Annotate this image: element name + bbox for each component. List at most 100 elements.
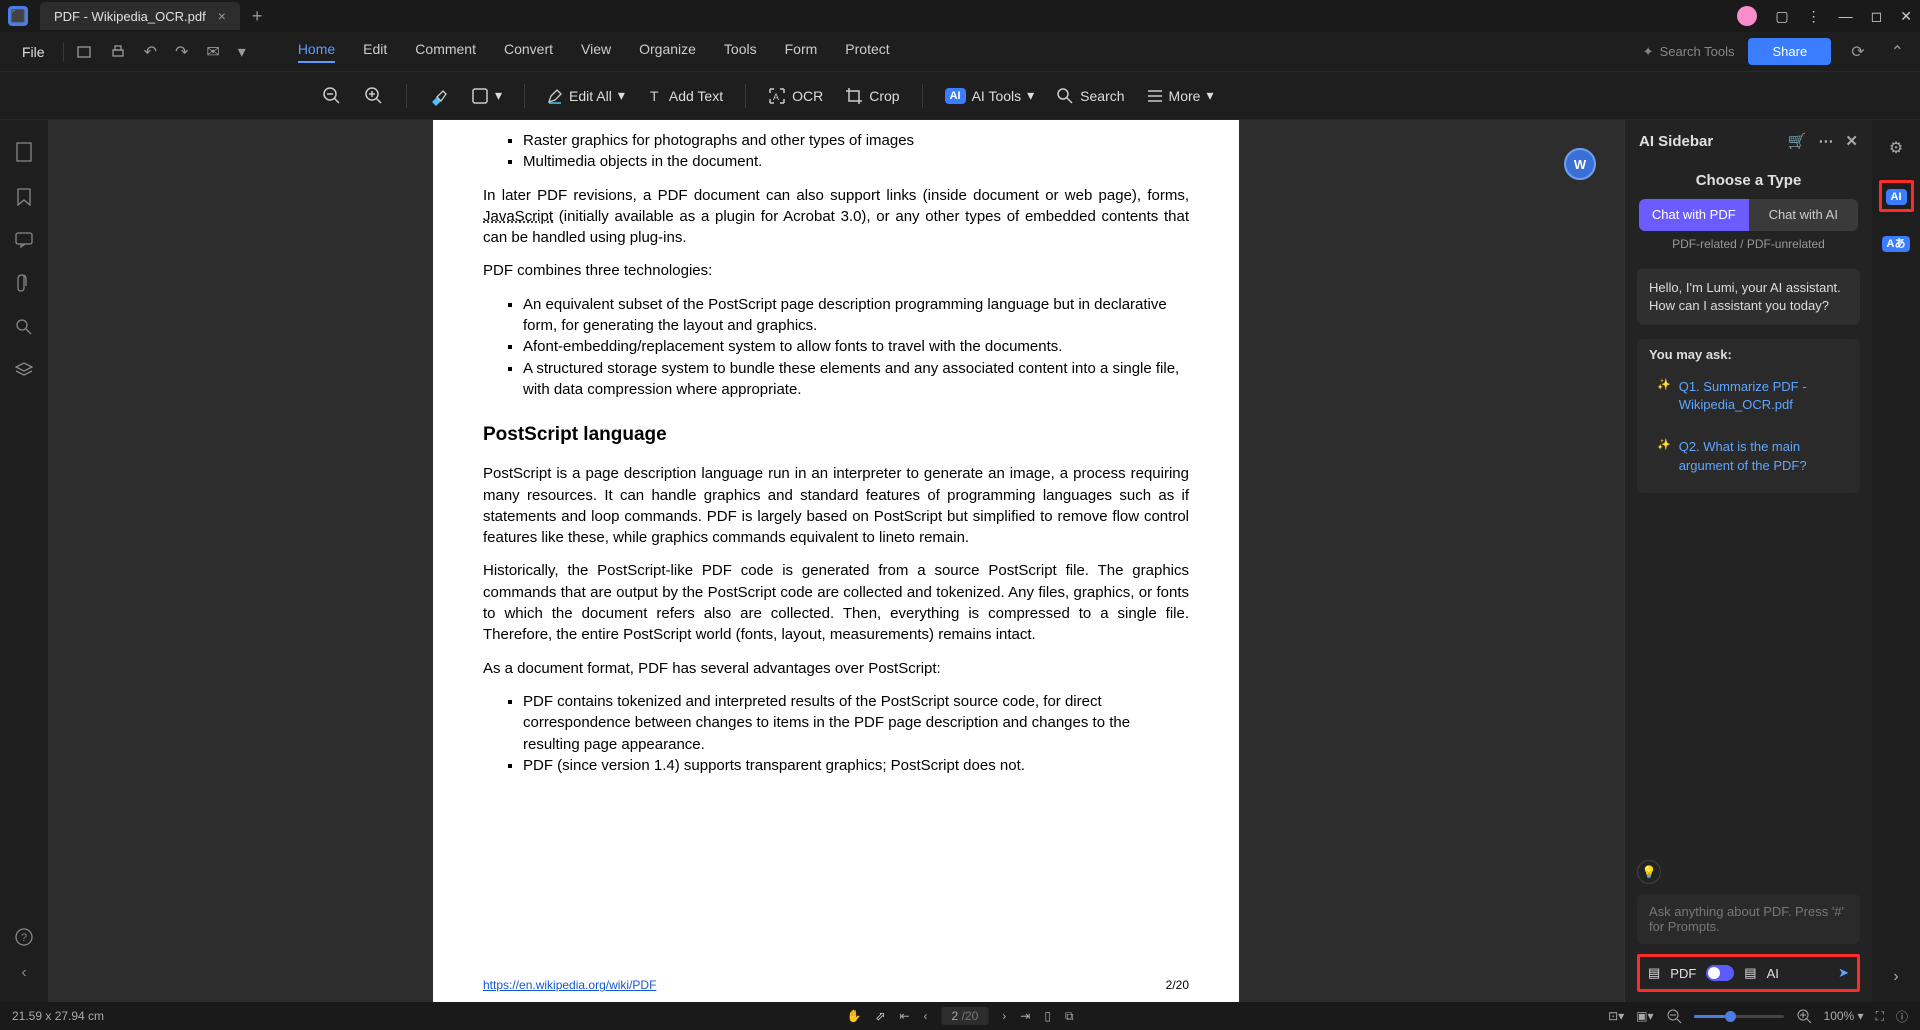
- translate-icon[interactable]: Aあ: [1882, 234, 1911, 252]
- title-bar: ⬛ PDF - Wikipedia_OCR.pdf × + ▢ ⋮ — ◻ ✕: [0, 0, 1920, 32]
- zoom-in-btn[interactable]: [1796, 1008, 1812, 1024]
- tab-tools[interactable]: Tools: [724, 41, 757, 63]
- bullet: A structured storage system to bundle th…: [523, 358, 1189, 401]
- share-button[interactable]: Share: [1748, 38, 1831, 65]
- chat-input[interactable]: Ask anything about PDF. Press '#' for Pr…: [1637, 894, 1860, 944]
- suggestions-header: You may ask:: [1649, 347, 1848, 362]
- tab-title: PDF - Wikipedia_OCR.pdf: [54, 9, 206, 24]
- hint-icon[interactable]: 💡: [1637, 860, 1661, 884]
- tab-edit[interactable]: Edit: [363, 41, 387, 63]
- collapse-icon[interactable]: ⌃: [1885, 38, 1910, 66]
- paragraph: As a document format, PDF has several ad…: [483, 658, 1189, 679]
- shape-dropdown[interactable]: ▾: [471, 87, 502, 105]
- read-mode-icon[interactable]: ▣▾: [1636, 1009, 1653, 1023]
- fit-width-icon[interactable]: ⊡▾: [1608, 1009, 1624, 1023]
- print-icon[interactable]: [104, 40, 132, 64]
- kebab-menu-icon[interactable]: ⋮: [1807, 8, 1821, 25]
- dual-page-icon[interactable]: ⧉: [1065, 1009, 1074, 1024]
- tab-protect[interactable]: Protect: [845, 41, 889, 63]
- hand-tool-icon[interactable]: ✋: [846, 1009, 861, 1023]
- add-text-button[interactable]: T Add Text: [647, 88, 723, 104]
- more-button[interactable]: More ▾: [1147, 87, 1214, 104]
- bullet: An equivalent subset of the PostScript p…: [523, 294, 1189, 337]
- select-tool-icon[interactable]: ⬀: [875, 1009, 885, 1023]
- close-window-icon[interactable]: ✕: [1900, 8, 1912, 25]
- more-icon[interactable]: ⋯: [1818, 132, 1833, 150]
- prev-page-icon[interactable]: ‹: [924, 1009, 928, 1023]
- search-button[interactable]: Search: [1056, 87, 1124, 105]
- zoom-slider[interactable]: [1694, 1015, 1784, 1018]
- wand-icon: ✦: [1643, 44, 1654, 60]
- dropdown-icon[interactable]: ▾: [232, 38, 252, 66]
- messages-icon[interactable]: ▢: [1775, 8, 1788, 25]
- sparkle-icon: ✨: [1657, 378, 1671, 414]
- word-badge[interactable]: W: [1564, 148, 1596, 180]
- page-indicator: 2/20: [1166, 977, 1189, 994]
- chat-with-pdf-option[interactable]: Chat with PDF: [1639, 199, 1749, 231]
- open-icon[interactable]: [70, 40, 98, 64]
- mail-icon[interactable]: ✉: [200, 38, 225, 66]
- file-menu[interactable]: File: [10, 40, 57, 64]
- cart-icon[interactable]: 🛒: [1788, 132, 1807, 150]
- bullet: Afont-embedding/replacement system to al…: [523, 336, 1189, 357]
- close-sidebar-icon[interactable]: ✕: [1845, 132, 1858, 150]
- undo-icon[interactable]: ↶: [138, 38, 163, 66]
- new-tab-button[interactable]: +: [252, 6, 263, 27]
- first-page-icon[interactable]: ⇤: [899, 1009, 909, 1023]
- status-info-icon[interactable]: ⓘ: [1896, 1008, 1908, 1025]
- tab-convert[interactable]: Convert: [504, 41, 553, 63]
- chat-with-ai-option[interactable]: Chat with AI: [1749, 199, 1859, 231]
- help-icon[interactable]: ?: [15, 928, 33, 946]
- doc-url[interactable]: https://en.wikipedia.org/wiki/PDF: [483, 977, 656, 994]
- type-subtitle: PDF-related / PDF-unrelated: [1625, 237, 1872, 251]
- bookmarks-icon[interactable]: [16, 188, 32, 206]
- edit-all-button[interactable]: Edit All ▾: [547, 87, 625, 104]
- layers-icon[interactable]: [15, 362, 33, 378]
- zoom-level[interactable]: 100% ▾: [1824, 1009, 1864, 1023]
- document-tab[interactable]: PDF - Wikipedia_OCR.pdf ×: [40, 2, 240, 30]
- mode-switch[interactable]: [1706, 965, 1734, 981]
- zoom-out-icon[interactable]: [322, 86, 342, 106]
- tab-organize[interactable]: Organize: [639, 41, 696, 63]
- pdf-ai-mode-toggle: ▤ PDF ▤ AI ➤: [1637, 954, 1860, 992]
- suggestion-q2[interactable]: ✨Q2. What is the main argument of the PD…: [1645, 428, 1852, 484]
- ai-panel-icon[interactable]: AI: [1879, 180, 1914, 212]
- suggestion-q1[interactable]: ✨Q1. Summarize PDF - Wikipedia_OCR.pdf: [1645, 368, 1852, 424]
- mode-ai-label: AI: [1767, 966, 1779, 981]
- send-icon[interactable]: ➤: [1838, 965, 1849, 981]
- expand-right-icon[interactable]: ›: [1893, 968, 1898, 986]
- tab-view[interactable]: View: [581, 41, 611, 63]
- attachments-icon[interactable]: [16, 274, 32, 292]
- zoom-out-btn[interactable]: [1666, 1008, 1682, 1024]
- user-avatar[interactable]: [1737, 6, 1757, 26]
- next-page-icon[interactable]: ›: [1002, 1009, 1006, 1023]
- file-icon: ▤: [1648, 965, 1660, 981]
- tab-home[interactable]: Home: [298, 41, 335, 63]
- comments-icon[interactable]: [15, 232, 33, 248]
- refresh-icon[interactable]: ⟳: [1845, 38, 1870, 66]
- fullscreen-icon[interactable]: ⛶: [1876, 1009, 1884, 1024]
- single-page-icon[interactable]: ▯: [1044, 1009, 1051, 1023]
- ocr-button[interactable]: A OCR: [768, 87, 823, 105]
- crop-button[interactable]: Crop: [845, 87, 899, 105]
- tab-comment[interactable]: Comment: [415, 41, 476, 63]
- search-tools-button[interactable]: ✦ Search Tools: [1643, 44, 1735, 60]
- svg-text:?: ?: [21, 932, 27, 944]
- document-viewport[interactable]: W Raster graphics for photographs and ot…: [48, 120, 1624, 1002]
- thumbnails-icon[interactable]: [15, 142, 33, 162]
- highlighter-icon[interactable]: [429, 86, 449, 106]
- settings-sliders-icon[interactable]: ⚙: [1889, 138, 1903, 158]
- minimize-icon[interactable]: —: [1839, 8, 1853, 24]
- last-page-icon[interactable]: ⇥: [1020, 1009, 1030, 1023]
- page-number-input[interactable]: 2 /20: [942, 1007, 989, 1025]
- search-panel-icon[interactable]: [15, 318, 33, 336]
- maximize-icon[interactable]: ◻: [1871, 8, 1883, 25]
- collapse-left-icon[interactable]: ‹: [21, 964, 26, 982]
- zoom-in-icon[interactable]: [364, 86, 384, 106]
- redo-icon[interactable]: ↷: [169, 38, 194, 66]
- ai-sidebar: AI Sidebar 🛒 ⋯ ✕ Choose a Type Chat with…: [1624, 120, 1872, 1002]
- ai-tools-button[interactable]: AI AI Tools ▾: [945, 87, 1035, 104]
- tab-form[interactable]: Form: [785, 41, 818, 63]
- bullet: PDF (since version 1.4) supports transpa…: [523, 755, 1189, 776]
- close-tab-icon[interactable]: ×: [218, 8, 226, 24]
